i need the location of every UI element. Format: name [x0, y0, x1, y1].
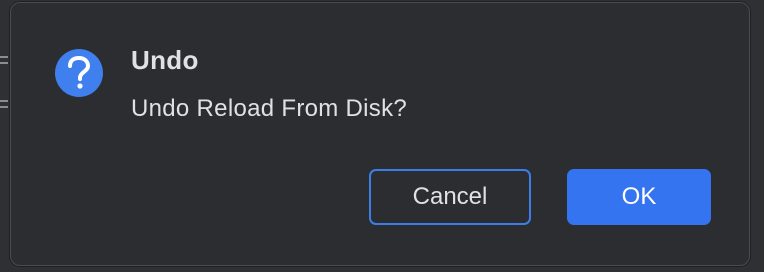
backdrop-line: [0, 100, 8, 102]
question-icon: [55, 49, 103, 97]
undo-dialog: Undo Undo Reload From Disk? Cancel OK: [10, 2, 750, 266]
dialog-title: Undo: [131, 45, 199, 75]
backdrop-line: [0, 62, 8, 64]
backdrop-line: [0, 106, 8, 108]
dialog-message: Undo Reload From Disk?: [131, 95, 408, 122]
ok-button[interactable]: OK: [567, 169, 711, 225]
cancel-button[interactable]: Cancel: [369, 169, 531, 225]
backdrop-line: [0, 56, 8, 58]
